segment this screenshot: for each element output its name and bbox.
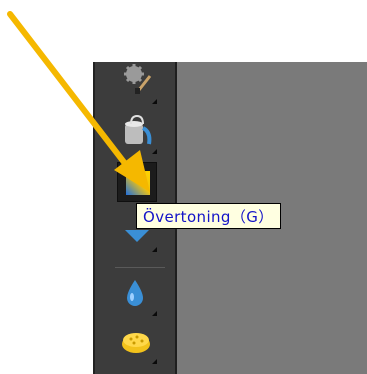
annotation-arrow-icon <box>7 11 150 192</box>
